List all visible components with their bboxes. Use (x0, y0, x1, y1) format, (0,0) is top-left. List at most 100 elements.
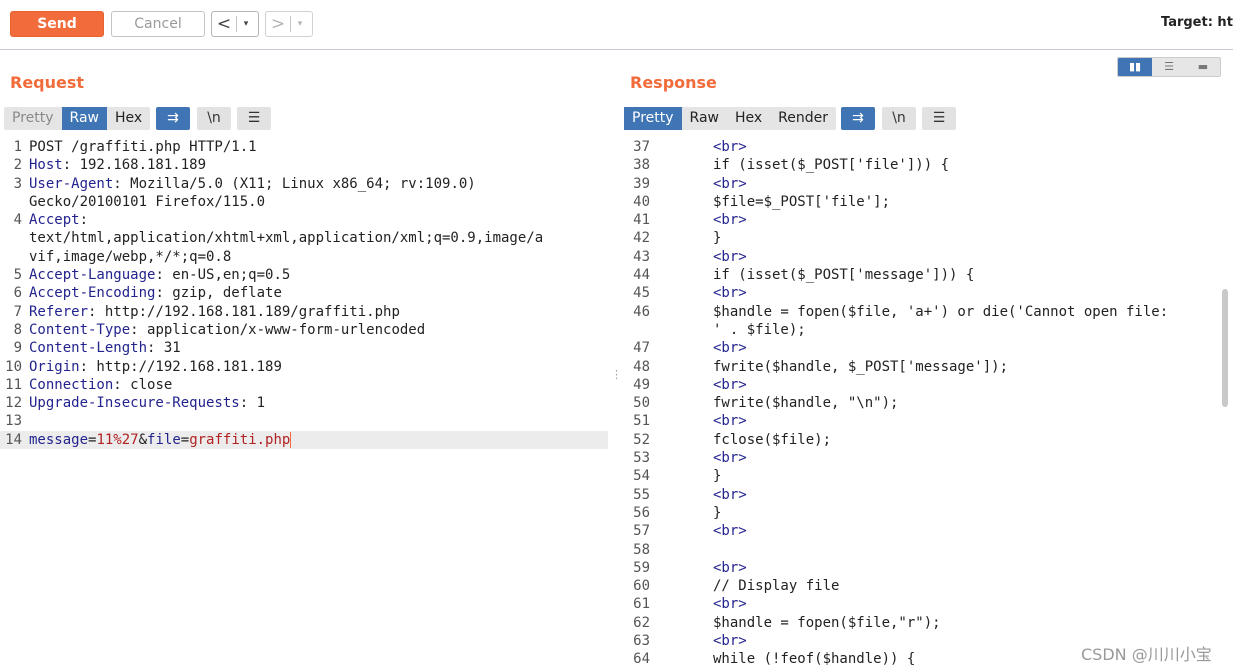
code-line[interactable]: 38 if (isset($_POST['file'])) { (620, 156, 1220, 174)
code-text[interactable]: <br> (713, 412, 747, 430)
code-text[interactable]: <br> (713, 284, 747, 302)
target-label[interactable]: Target: htt (1161, 15, 1233, 30)
tab-hex[interactable]: Hex (107, 107, 150, 130)
code-text[interactable]: <br> (713, 211, 747, 229)
tab-render[interactable]: Render (770, 107, 836, 130)
code-text[interactable]: $handle = fopen($file, 'a+') or die('Can… (713, 303, 1168, 321)
code-line[interactable]: 4 Accept: (0, 211, 608, 229)
code-line[interactable]: 52 fclose($file); (620, 431, 1220, 449)
code-line[interactable]: 12 Upgrade-Insecure-Requests: 1 (0, 394, 608, 412)
layout-vertical-icon[interactable]: ☰ (1152, 58, 1186, 76)
code-line[interactable]: 53 <br> (620, 449, 1220, 467)
response-scrollbar[interactable] (1222, 289, 1228, 407)
code-line[interactable]: 55 <br> (620, 486, 1220, 504)
code-text[interactable]: POST /graffiti.php HTTP/1.1 (29, 138, 257, 156)
code-text[interactable]: <br> (713, 632, 747, 650)
code-line[interactable]: 51 <br> (620, 412, 1220, 430)
code-line[interactable]: 58 (620, 541, 1220, 559)
code-text[interactable]: <br> (713, 559, 747, 577)
code-text[interactable]: <br> (713, 595, 747, 613)
code-line[interactable]: 62 $handle = fopen($file,"r"); (620, 614, 1220, 632)
code-text[interactable]: if (isset($_POST['file'])) { (713, 156, 949, 174)
code-text[interactable]: Content-Type: application/x-www-form-url… (29, 321, 425, 339)
code-text[interactable]: Referer: http://192.168.181.189/graffiti… (29, 303, 400, 321)
code-line[interactable]: 49 <br> (620, 376, 1220, 394)
code-line[interactable]: 60 // Display file (620, 577, 1220, 595)
code-text[interactable]: } (713, 467, 721, 485)
code-text[interactable]: <br> (713, 248, 747, 266)
back-arrow-icon[interactable]: < (212, 13, 236, 35)
code-line[interactable]: 11 Connection: close (0, 376, 608, 394)
code-text[interactable]: Host: 192.168.181.189 (29, 156, 206, 174)
code-text[interactable]: if (isset($_POST['message'])) { (713, 266, 974, 284)
menu-icon[interactable]: ☰ (922, 107, 956, 130)
code-line[interactable]: 57 <br> (620, 522, 1220, 540)
code-text[interactable]: fclose($file); (713, 431, 831, 449)
code-line[interactable]: ' . $file); (620, 321, 1220, 339)
history-back-group[interactable]: < ▾ (211, 11, 259, 37)
code-line[interactable]: 2 Host: 192.168.181.189 (0, 156, 608, 174)
code-line[interactable]: 14 message=11%27&file=graffiti.php (0, 430, 608, 450)
layout-side-by-side-icon[interactable]: ▮▮ (1118, 58, 1152, 76)
code-text[interactable]: $file=$_POST['file']; (713, 193, 890, 211)
tab-raw[interactable]: Raw (682, 107, 727, 130)
back-dropdown-icon[interactable]: ▾ (237, 19, 255, 29)
code-line[interactable]: 9 Content-Length: 31 (0, 339, 608, 357)
code-text[interactable]: Origin: http://192.168.181.189 (29, 358, 282, 376)
code-line[interactable]: 3 User-Agent: Mozilla/5.0 (X11; Linux x86… (0, 175, 608, 193)
send-button[interactable]: Send (10, 11, 104, 37)
code-line[interactable]: 13 (0, 412, 608, 430)
code-text[interactable]: <br> (713, 138, 747, 156)
code-line[interactable]: 56} (620, 504, 1220, 522)
code-text[interactable]: Gecko/20100101 Firefox/115.0 (29, 193, 265, 211)
code-line[interactable]: vif,image/webp,*/*;q=0.8 (0, 248, 608, 266)
code-text[interactable]: <br> (713, 376, 747, 394)
code-text[interactable]: Content-Length: 31 (29, 339, 181, 357)
code-text[interactable]: <br> (713, 175, 747, 193)
code-line[interactable]: 37 <br> (620, 138, 1220, 156)
history-forward-group[interactable]: > ▾ (265, 11, 313, 37)
code-line[interactable]: 61 <br> (620, 595, 1220, 613)
code-text[interactable]: Upgrade-Insecure-Requests: 1 (29, 394, 265, 412)
code-text[interactable]: <br> (713, 449, 747, 467)
code-line[interactable]: 45 <br> (620, 284, 1220, 302)
pane-divider-handle[interactable]: ⋮ (611, 369, 622, 392)
code-line[interactable]: 1 POST /graffiti.php HTTP/1.1 (0, 138, 608, 156)
code-line[interactable]: 48 fwrite($handle, $_POST['message']); (620, 358, 1220, 376)
wrap-lines-icon[interactable]: ⇉ (841, 107, 875, 130)
code-line[interactable]: text/html,application/xhtml+xml,applicat… (0, 229, 608, 247)
newline-toggle-icon[interactable]: \n (197, 107, 231, 130)
tab-pretty[interactable]: Pretty (4, 107, 62, 130)
code-text[interactable]: } (713, 504, 721, 522)
code-line[interactable]: 10 Origin: http://192.168.181.189 (0, 358, 608, 376)
code-line[interactable]: 7 Referer: http://192.168.181.189/graffit… (0, 303, 608, 321)
code-line[interactable]: 59 <br> (620, 559, 1220, 577)
code-line[interactable]: 46 $handle = fopen($file, 'a+') or die('C… (620, 303, 1220, 321)
tab-pretty[interactable]: Pretty (624, 107, 682, 130)
code-line[interactable]: 44 if (isset($_POST['message'])) { (620, 266, 1220, 284)
newline-toggle-icon[interactable]: \n (882, 107, 916, 130)
code-text[interactable]: // Display file (713, 577, 839, 595)
code-text[interactable]: while (!feof($handle)) { (713, 650, 915, 668)
tab-raw[interactable]: Raw (61, 107, 107, 130)
code-line[interactable]: Gecko/20100101 Firefox/115.0 (0, 193, 608, 211)
code-line[interactable]: 40 $file=$_POST['file']; (620, 193, 1220, 211)
code-text[interactable]: <br> (713, 339, 747, 357)
code-line[interactable]: 41 <br> (620, 211, 1220, 229)
code-text[interactable]: ' . $file); (713, 321, 806, 339)
code-text[interactable]: <br> (713, 522, 747, 540)
code-line[interactable]: 5 Accept-Language: en-US,en;q=0.5 (0, 266, 608, 284)
code-text[interactable]: Accept: (29, 211, 88, 229)
cancel-button[interactable]: Cancel (111, 11, 205, 37)
code-text[interactable]: <br> (713, 486, 747, 504)
forward-dropdown-icon[interactable]: ▾ (291, 19, 309, 29)
response-editor[interactable]: 37 <br> 38 if (isset($_POST['file'])) {39 <b… (620, 138, 1220, 670)
code-line[interactable]: 8 Content-Type: application/x-www-form-ur… (0, 321, 608, 339)
wrap-lines-icon[interactable]: ⇉ (156, 107, 190, 130)
code-line[interactable]: 42} (620, 229, 1220, 247)
code-line[interactable]: 6 Accept-Encoding: gzip, deflate (0, 284, 608, 302)
code-text[interactable]: Accept-Language: en-US,en;q=0.5 (29, 266, 290, 284)
request-editor[interactable]: 1 POST /graffiti.php HTTP/1.1 2 Host: 192.1… (0, 138, 608, 670)
code-text[interactable]: vif,image/webp,*/*;q=0.8 (29, 248, 231, 266)
code-line[interactable]: 39 <br> (620, 175, 1220, 193)
